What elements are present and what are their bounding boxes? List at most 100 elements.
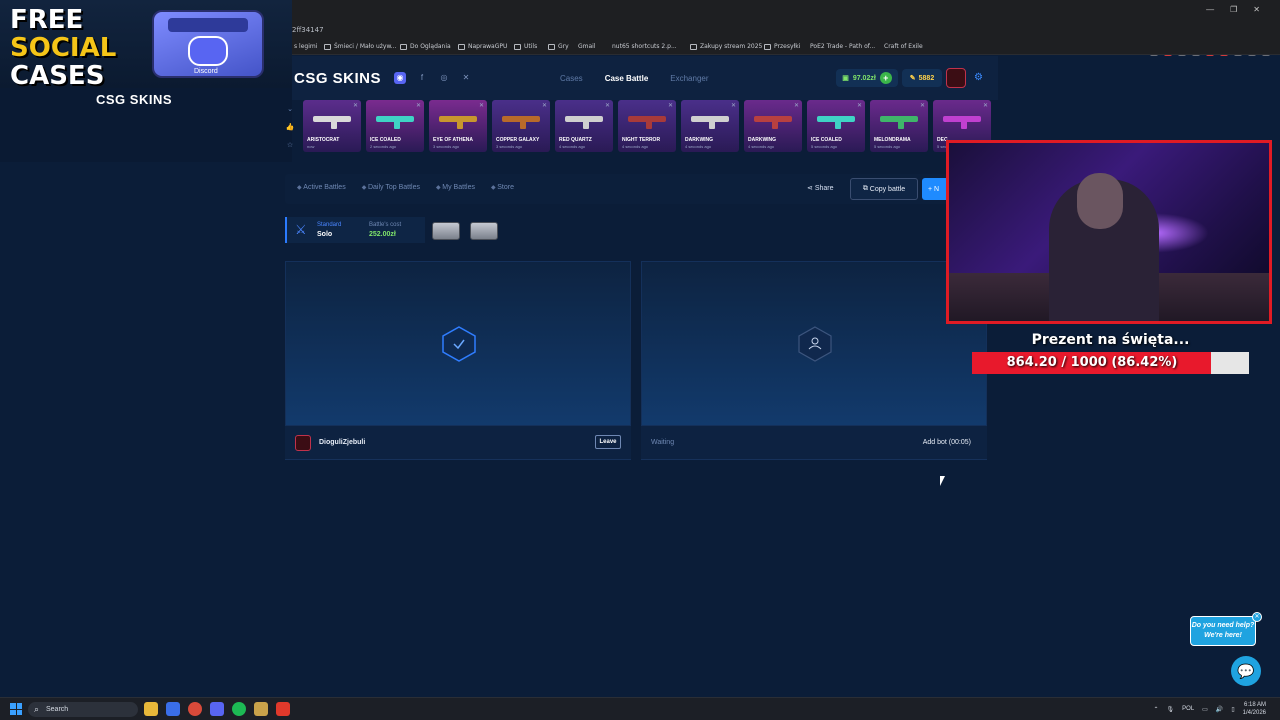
facebook-icon[interactable]: f xyxy=(416,72,428,84)
weapon-icon xyxy=(817,110,855,130)
webcam-overlay xyxy=(946,140,1272,324)
leave-button[interactable]: Leave xyxy=(595,435,621,449)
bookmark[interactable]: PoE2 Trade - Path of... xyxy=(810,43,875,50)
restore-icon[interactable]: ❐ xyxy=(1230,5,1237,14)
deposit-plus-icon[interactable]: + xyxy=(879,72,892,84)
user-avatar[interactable] xyxy=(946,68,966,88)
bookmark[interactable]: Śmieci / Mało używ... xyxy=(324,43,397,50)
file-explorer-icon[interactable] xyxy=(144,702,158,716)
drop-card[interactable]: ✕ DARKWING 4 seconds ago xyxy=(744,100,802,152)
drop-card[interactable]: ✕ MELONDRAMA 5 seconds ago xyxy=(870,100,928,152)
close-icon[interactable]: ✕ xyxy=(668,102,673,109)
close-icon[interactable]: ✕ xyxy=(794,102,799,109)
copy-battle-button[interactable]: ⧉ Copy battle xyxy=(850,178,918,200)
tab-my-battles[interactable]: My Battles xyxy=(436,184,475,191)
close-icon[interactable]: ✕ xyxy=(731,102,736,109)
ready-check-icon xyxy=(442,326,476,362)
points-display[interactable]: ✎ 5882 xyxy=(902,69,942,87)
user-icon xyxy=(798,326,832,362)
microphone-icon[interactable]: 🎙 xyxy=(1167,706,1175,713)
discord-icon[interactable]: ◉ xyxy=(394,72,406,84)
help-bubble[interactable]: Do you need help? We're here! xyxy=(1190,616,1256,646)
bookmark[interactable]: nut65 shortcuts 2.p... xyxy=(612,43,677,50)
battery-icon[interactable]: ▯ xyxy=(1231,706,1234,713)
bookmark[interactable]: Craft of Exile xyxy=(884,43,923,50)
star-icon[interactable]: ☆ xyxy=(287,141,293,149)
chat-icon[interactable]: 💬 xyxy=(1231,656,1261,686)
promo-line: CASES xyxy=(10,61,105,91)
add-bot-button[interactable]: Add bot (00:05) xyxy=(923,439,971,446)
close-icon[interactable]: ✕ xyxy=(353,102,358,109)
share-icon: ⋖ xyxy=(807,185,815,192)
drop-card[interactable]: ✕ RED QUARTZ 4 seconds ago xyxy=(555,100,613,152)
close-icon[interactable]: ✕ xyxy=(416,102,421,109)
close-icon[interactable]: ✕ xyxy=(1252,612,1262,622)
close-icon[interactable]: ✕ xyxy=(479,102,484,109)
drop-card[interactable]: ✕ ICE COALED 5 seconds ago xyxy=(807,100,865,152)
close-icon[interactable]: ✕ xyxy=(542,102,547,109)
goal-title: Prezent na święta... xyxy=(1031,332,1190,348)
tab-store[interactable]: Store xyxy=(491,184,514,191)
brave-icon[interactable] xyxy=(276,702,290,716)
balance-display[interactable]: ▣ 97.02zł + xyxy=(836,69,898,87)
instagram-icon[interactable]: ◎ xyxy=(438,72,450,84)
network-icon[interactable]: ▭ xyxy=(1202,706,1208,713)
thumbs-up-icon[interactable]: 👍 xyxy=(286,123,295,131)
discord-icon[interactable] xyxy=(210,702,224,716)
bookmark[interactable]: Przesyłki xyxy=(764,43,800,50)
drop-time: 4 seconds ago xyxy=(748,144,775,149)
nav-cases[interactable]: Cases xyxy=(560,74,583,83)
bookmark[interactable]: NaprawaGPU xyxy=(458,43,507,50)
bookmark[interactable]: Utils xyxy=(514,43,537,50)
share-button[interactable]: ⋖ Share xyxy=(807,184,834,192)
clock[interactable]: 6:18 AM 1/4/2026 xyxy=(1243,701,1266,717)
x-icon[interactable]: ✕ xyxy=(460,72,472,84)
battle-mode: Standard xyxy=(317,222,342,228)
drop-card[interactable]: ✕ EYE OF ATHENA 3 seconds ago xyxy=(429,100,487,152)
close-icon[interactable]: ✕ xyxy=(920,102,925,109)
windows-start-icon[interactable] xyxy=(10,703,22,715)
copy-battle-label: Copy battle xyxy=(869,185,906,193)
drop-card[interactable]: ✕ COPPER GALAXY 3 seconds ago xyxy=(492,100,550,152)
volume-icon[interactable]: 🔊 xyxy=(1216,706,1223,713)
weapon-icon xyxy=(628,110,666,130)
bookmark[interactable]: s legimi xyxy=(294,43,317,50)
bookmark[interactable]: Do Oglądania xyxy=(400,43,451,50)
tab-active-battles[interactable]: Active Battles xyxy=(297,184,345,191)
drop-name: NIGHT TERROR xyxy=(622,137,661,143)
bookmark[interactable]: Zakupy stream 2025 xyxy=(690,43,762,50)
nav-case-battle[interactable]: Case Battle xyxy=(605,74,649,83)
minimize-icon[interactable]: — xyxy=(1206,5,1214,14)
drop-card[interactable]: ✕ ARISTOCRAT now xyxy=(303,100,361,152)
app-icon[interactable] xyxy=(166,702,180,716)
folder-icon xyxy=(690,43,697,50)
drop-card[interactable]: ✕ DARKWING 4 seconds ago xyxy=(681,100,739,152)
taskbar-search[interactable]: Search xyxy=(28,702,138,717)
site-logo[interactable]: CSG SKINS xyxy=(294,70,381,87)
spotify-icon[interactable] xyxy=(232,702,246,716)
chrome-icon[interactable] xyxy=(188,702,202,716)
drop-card[interactable]: ✕ ICE COALED 2 seconds ago xyxy=(366,100,424,152)
close-icon[interactable]: ✕ xyxy=(983,102,988,109)
app-icon[interactable] xyxy=(254,702,268,716)
url-text[interactable]: 2ff34147 xyxy=(292,26,324,34)
battle-slot-1-footer: DioguliZjebuli Leave xyxy=(285,426,631,460)
chevron-up-icon[interactable]: ⌃ xyxy=(1154,706,1159,713)
close-icon[interactable]: ✕ xyxy=(857,102,862,109)
nav-exchanger[interactable]: Exchanger xyxy=(670,74,708,83)
gear-icon[interactable]: ⚙ xyxy=(974,72,983,83)
bookmark[interactable]: Gmail xyxy=(578,43,596,50)
drop-name: COPPER GALAXY xyxy=(496,137,540,143)
battle-slot-1-body xyxy=(285,460,631,610)
case-thumbnail[interactable] xyxy=(470,222,498,240)
bookmark[interactable]: Gry xyxy=(548,43,569,50)
close-icon[interactable]: ✕ xyxy=(605,102,610,109)
chevron-down-icon[interactable]: ⌄ xyxy=(287,105,293,113)
language-indicator[interactable]: POL xyxy=(1182,706,1194,712)
tab-daily-top-battles[interactable]: Daily Top Battles xyxy=(362,184,420,191)
case-thumbnail[interactable] xyxy=(432,222,460,240)
weapon-icon xyxy=(502,110,540,130)
close-icon[interactable]: ✕ xyxy=(1253,5,1260,14)
drop-time: 4 seconds ago xyxy=(559,144,586,149)
drop-card[interactable]: ✕ NIGHT TERROR 4 seconds ago xyxy=(618,100,676,152)
